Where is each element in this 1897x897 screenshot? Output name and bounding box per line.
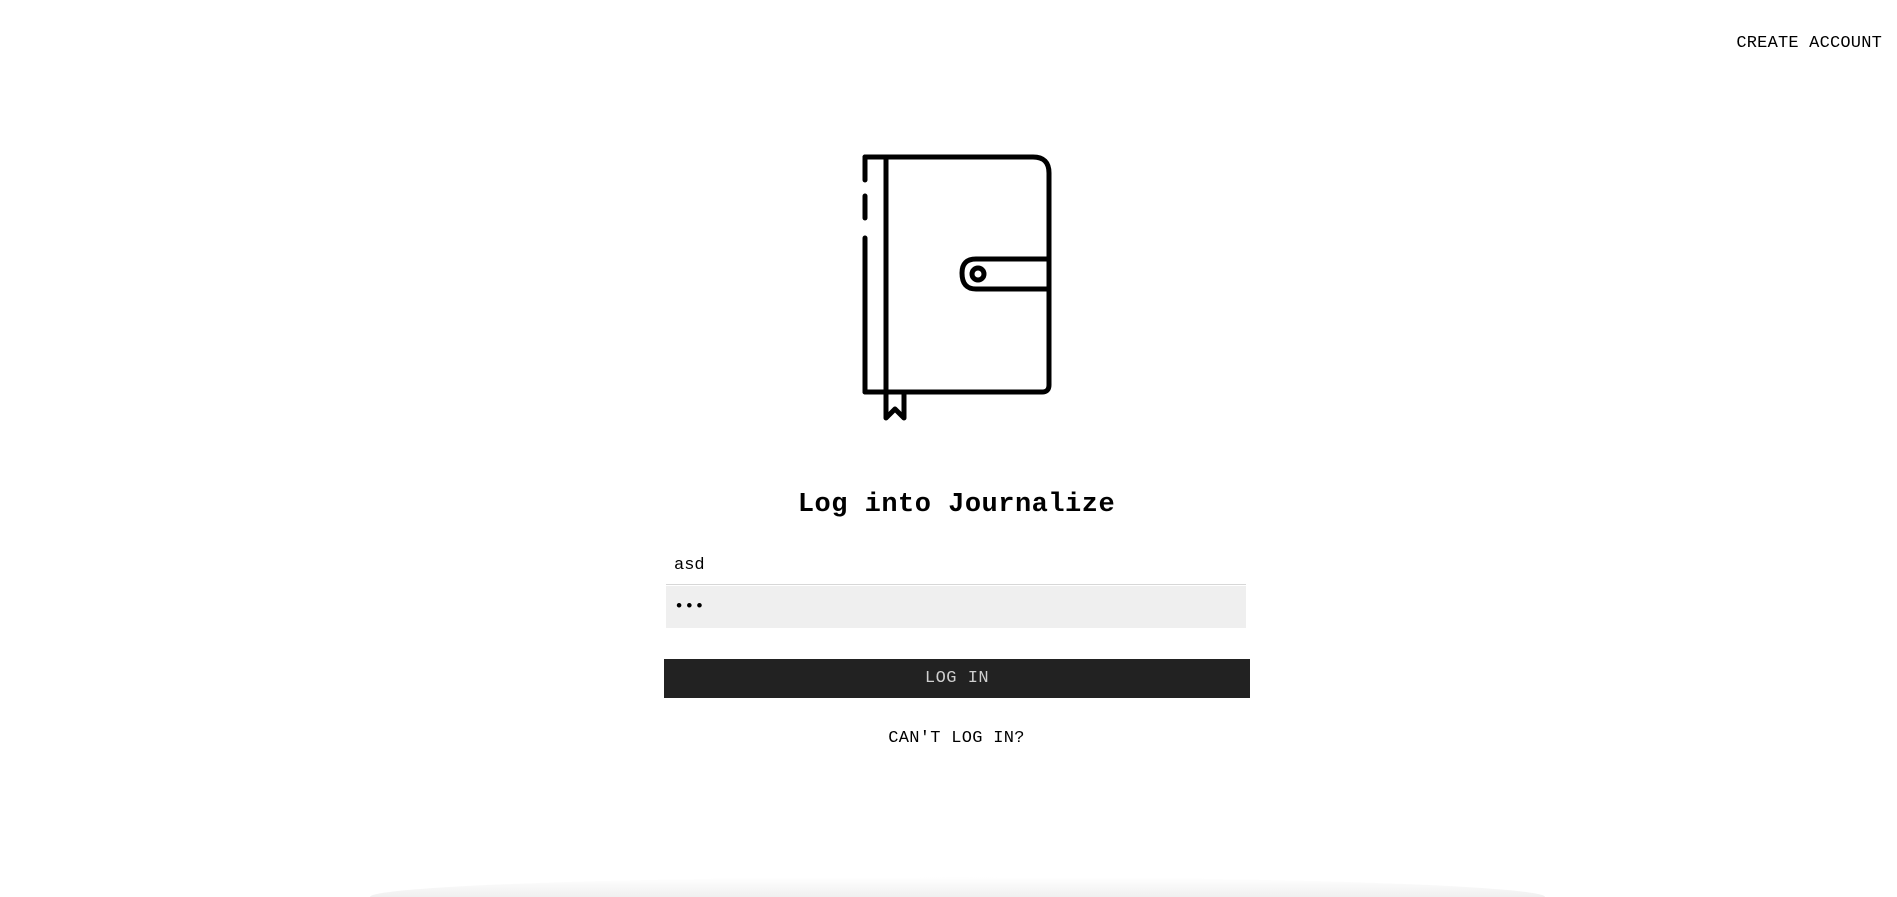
journal-icon [862,154,1052,421]
login-page: CREATE ACCOUNT Log into Journalize LOG I… [0,0,1897,897]
username-input[interactable] [666,546,1246,585]
password-input[interactable] [666,586,1246,628]
create-account-link[interactable]: CREATE ACCOUNT [1736,34,1882,53]
cant-login-link[interactable]: CAN'T LOG IN? [0,729,1897,748]
login-button[interactable]: LOG IN [664,659,1250,698]
page-title: Log into Journalize [797,490,1116,520]
bottom-panel-edge [370,877,1545,897]
